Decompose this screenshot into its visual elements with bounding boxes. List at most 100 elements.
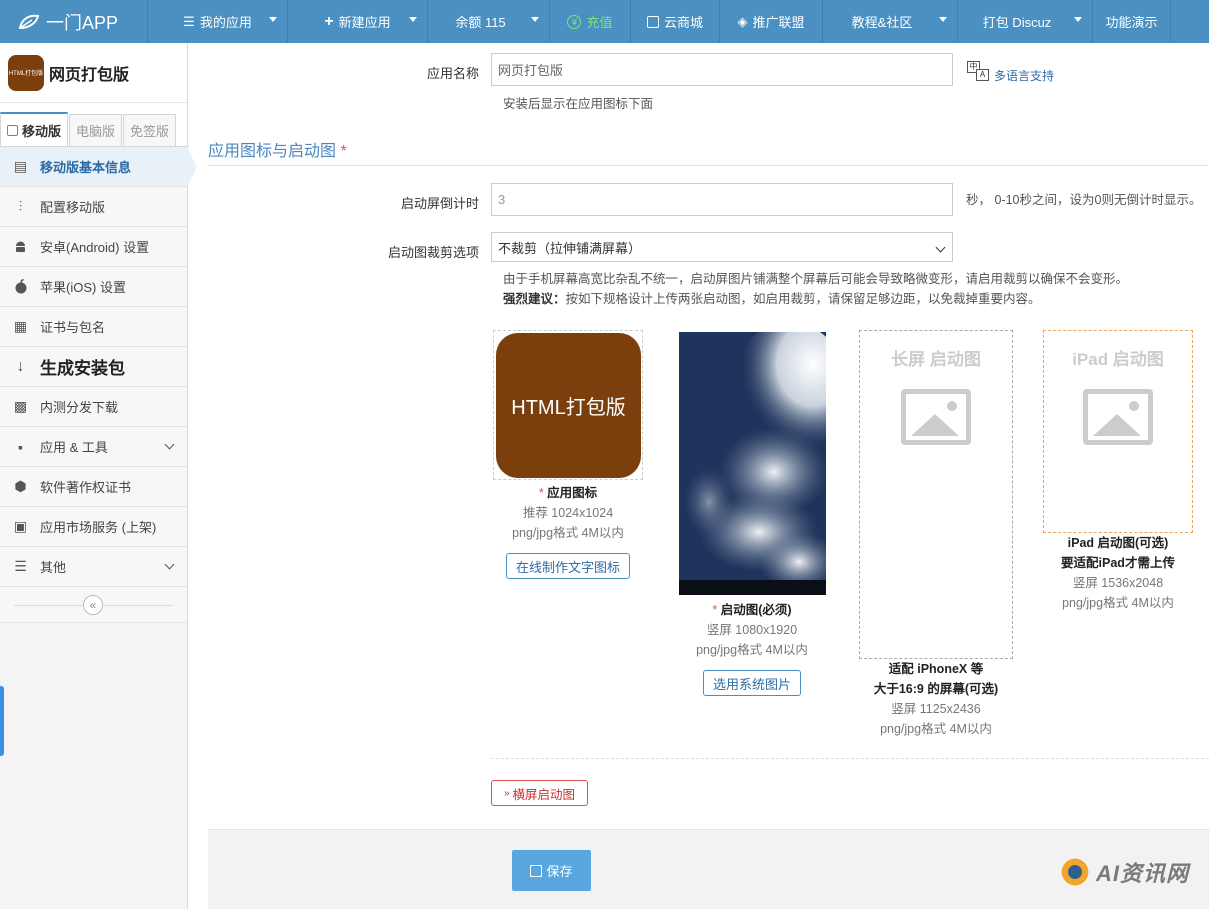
section-title: 应用图标与启动图 * xyxy=(208,137,347,161)
caret-down-icon xyxy=(531,17,539,22)
collapse-sidebar-button[interactable]: « xyxy=(83,595,103,615)
make-text-icon-button[interactable]: 在线制作文字图标 xyxy=(506,553,630,579)
multilang-text: 多语言支持 xyxy=(994,69,1055,83)
caret-down-icon xyxy=(1074,17,1082,22)
ipad-format: png/jpg格式 4M以内 xyxy=(1062,596,1174,610)
sidebar-item-other[interactable]: ☰ 其他 xyxy=(0,547,187,587)
caret-down-icon xyxy=(409,17,417,22)
grid-icon: ▪ xyxy=(18,438,23,455)
nav-label: 教程&社区 xyxy=(851,15,913,30)
sidebar-item-copyright[interactable]: ⬢ 软件著作权证书 xyxy=(0,467,187,507)
ipad-title2: 要适配iPad才需上传 xyxy=(1061,556,1175,570)
nav-affiliate[interactable]: ◈ 推广联盟 xyxy=(720,0,823,43)
sidebar-item-android[interactable]: 安卓(Android) 设置 xyxy=(0,227,187,267)
app-name-value: 网页打包版 xyxy=(498,63,564,78)
tab-mobile[interactable]: 移动版 xyxy=(0,112,69,146)
top-navbar: 一门APP ☰ 我的应用 + 新建应用 余额 115 ¥ 充值 云商城 ◈ 推广… xyxy=(0,0,1209,43)
save-button[interactable]: 保存 xyxy=(512,850,591,891)
recommendation-text: 按如下规格设计上传两张启动图，如启用裁剪，请保留足够边距，以免裁掉重要内容。 xyxy=(565,292,1041,306)
chevron-down-icon xyxy=(164,559,175,570)
required-star: * xyxy=(538,486,544,500)
crop-select-value: 不裁剪（拉伸铺满屏幕） xyxy=(498,240,642,256)
sidebar-item-ios[interactable]: 苹果(iOS) 设置 xyxy=(0,267,187,307)
nav-balance[interactable]: 余额 115 xyxy=(428,0,550,43)
sort-icon: ↓ xyxy=(16,357,25,375)
app-icon-title: * 应用图标 xyxy=(493,483,643,503)
long-screen-title1: 适配 iPhoneX 等 xyxy=(888,662,984,676)
tab-desktop[interactable]: 电脑版 xyxy=(69,114,123,146)
ipad-caption: iPad 启动图(可选) 要适配iPad才需上传 竖屏 1536x2048 pn… xyxy=(1034,533,1202,613)
brand-name: 一门APP xyxy=(46,12,119,33)
nav-label: 余额 115 xyxy=(455,15,506,30)
nav-new-app[interactable]: + 新建应用 xyxy=(288,0,428,43)
shop-icon xyxy=(646,15,659,28)
sidebar-item-apps-tools[interactable]: ▪ 应用 & 工具 xyxy=(0,427,187,467)
multilang-link[interactable]: 中 A 多语言支持 xyxy=(967,59,1054,84)
landscape-splash-button[interactable]: » 横屏启动图 xyxy=(491,780,588,806)
app-icon-upload[interactable]: HTML打包版 xyxy=(493,330,643,480)
translate-icon: 中 A xyxy=(967,60,991,83)
chevron-down-icon xyxy=(935,242,946,253)
nav-label: 云商城 xyxy=(663,15,703,30)
form-footer: 保存 AI资讯网 xyxy=(208,829,1209,909)
app-icon: HTML打包版 xyxy=(8,54,44,91)
long-screen-format: png/jpg格式 4M以内 xyxy=(880,722,992,736)
nav-demo[interactable]: 功能演示 xyxy=(1093,0,1171,43)
splash-format: png/jpg格式 4M以内 xyxy=(696,643,808,657)
crop-select[interactable]: 不裁剪（拉伸铺满屏幕） xyxy=(491,232,953,262)
nav-label: 打包 Discuz xyxy=(982,15,1052,30)
countdown-input[interactable]: 3 xyxy=(491,183,953,216)
nav-label: 我的应用 xyxy=(199,15,252,30)
android-icon xyxy=(12,238,29,255)
nav-cloud-shop[interactable]: 云商城 xyxy=(631,0,720,43)
app-name-input[interactable]: 网页打包版 xyxy=(491,53,953,86)
required-star: * xyxy=(340,143,347,160)
sidebar-item-label: 移动版基本信息 xyxy=(40,160,132,175)
long-screen-size: 竖屏 1125x2436 xyxy=(891,702,981,716)
sliders-icon: ⫶ xyxy=(18,198,23,214)
tab-label: 移动版 xyxy=(22,123,62,139)
countdown-value: 3 xyxy=(498,192,506,207)
sidebar-item-beta-distribution[interactable]: ▩ 内测分发下载 xyxy=(0,387,187,427)
caret-down-icon xyxy=(939,17,947,22)
sidebar-item-label: 证书与包名 xyxy=(40,320,106,335)
splash-caption: * 启动图(必须) 竖屏 1080x1920 png/jpg格式 4M以内 xyxy=(677,600,827,660)
ipad-placeholder: iPad 启动图 xyxy=(1072,350,1164,369)
sidebar-collapse-row: « xyxy=(0,587,187,623)
app-icon-caption: * 应用图标 推荐 1024x1024 png/jpg格式 4M以内 xyxy=(493,483,643,543)
sidebar-item-build-package[interactable]: ↓ 生成安装包 xyxy=(0,347,187,387)
section-divider xyxy=(208,165,1209,166)
sidebar-item-label: 配置移动版 xyxy=(40,200,106,215)
splash-image-upload[interactable] xyxy=(679,332,826,595)
long-screen-upload[interactable]: 长屏 启动图 xyxy=(859,330,1013,659)
double-left-icon: « xyxy=(89,598,97,612)
long-screen-caption: 适配 iPhoneX 等 大于16:9 的屏幕(可选) 竖屏 1125x2436… xyxy=(851,659,1021,739)
app-name: 网页打包版 xyxy=(49,66,130,84)
nav-discuz[interactable]: 打包 Discuz xyxy=(958,0,1093,43)
app-icon-preview-text: HTML打包版 xyxy=(511,397,626,419)
nav-recharge[interactable]: ¥ 充值 xyxy=(550,0,631,43)
floating-side-tab[interactable] xyxy=(0,686,4,756)
brand-logo[interactable]: 一门APP xyxy=(0,0,148,43)
ipad-splash-upload[interactable]: iPad 启动图 xyxy=(1043,330,1193,533)
version-tabs: 移动版 电脑版 免签版 xyxy=(0,103,187,147)
watermark-text: AI资讯网 xyxy=(1096,861,1190,886)
list-icon: ☰ xyxy=(183,13,195,29)
countdown-label: 启动屏倒计时 xyxy=(400,196,479,211)
nav-tutorial-community[interactable]: 教程&社区 xyxy=(823,0,958,43)
sidebar-item-market-service[interactable]: ▣ 应用市场服务 (上架) xyxy=(0,507,187,547)
tab-label: 电脑版 xyxy=(76,124,116,139)
sidebar-item-config-mobile[interactable]: ⫶ 配置移动版 xyxy=(0,187,187,227)
chevron-down-icon xyxy=(164,439,175,450)
tab-unsigned[interactable]: 免签版 xyxy=(123,114,177,146)
splash-title: * 启动图(必须) xyxy=(677,600,827,620)
app-name-label: 应用名称 xyxy=(426,66,479,81)
apple-icon xyxy=(12,278,29,295)
sidebar-item-certificate[interactable]: ▦ 证书与包名 xyxy=(0,307,187,347)
choose-system-image-button[interactable]: 选用系统图片 xyxy=(703,670,801,696)
sidebar-item-mobile-basic-info[interactable]: ▤ 移动版基本信息 xyxy=(0,147,197,187)
nav-label: 推广联盟 xyxy=(752,15,805,30)
diamond-icon: ◈ xyxy=(737,13,748,29)
nav-my-apps[interactable]: ☰ 我的应用 xyxy=(148,0,288,43)
app-icon-title-text: 应用图标 xyxy=(547,486,598,500)
